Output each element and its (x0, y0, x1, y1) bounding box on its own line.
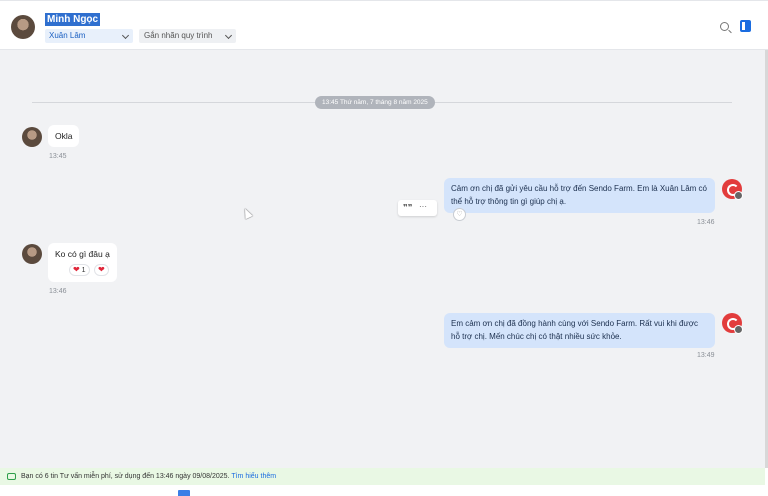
message-text: Ko có gì đâu ạ (55, 249, 110, 259)
panel-toggle-icon[interactable] (740, 20, 751, 32)
process-tag-select[interactable]: Gắn nhãn quy trình (139, 29, 236, 43)
message-text: Cảm ơn chị đã gửi yêu cầu hỗ trợ đến Sen… (451, 184, 707, 206)
message-time: 13:49 (697, 352, 715, 359)
mouse-cursor (241, 206, 253, 220)
notice-text: Bạn có 6 tin Tư vấn miễn phí, sử dụng đế… (21, 473, 230, 480)
message-list[interactable]: 13:45 Thứ năm, 7 tháng 8 năm 2025 Okla 1… (0, 50, 765, 468)
reaction-count: 1 (81, 267, 86, 274)
outgoing-message[interactable]: Em cảm ơn chị đã đồng hành cùng với Send… (444, 313, 715, 348)
assignee-label: Xuân Lâm (49, 31, 86, 40)
outgoing-message[interactable]: Cảm ơn chị đã gửi yêu cầu hỗ trợ đến Sen… (444, 178, 715, 213)
search-icon[interactable] (720, 22, 729, 31)
learn-more-link[interactable]: Tìm hiểu thêm (231, 473, 276, 480)
contact-name[interactable]: Minh Ngọc (45, 13, 101, 26)
free-consult-notice: Bạn có 6 tin Tư vấn miễn phí, sử dụng đế… (0, 468, 765, 485)
chevron-down-icon (224, 31, 233, 40)
message-text: Em cảm ơn chị đã đồng hành cùng với Send… (451, 319, 698, 341)
heart-icon: ❤ (73, 265, 80, 274)
chat-bubble-icon (7, 473, 16, 480)
agent-avatar (722, 313, 743, 334)
date-divider: 13:45 Thứ năm, 7 tháng 8 năm 2025 (315, 96, 435, 109)
incoming-message[interactable]: Ko có gì đâu ạ (48, 243, 117, 282)
message-time: 13:45 (49, 153, 67, 160)
quote-icon[interactable]: ❞❞ (403, 200, 412, 216)
reaction-badge[interactable]: ❤ 1 (69, 264, 90, 276)
message-time: 13:46 (697, 219, 715, 226)
contact-avatar[interactable] (11, 15, 35, 39)
message-time: 13:46 (49, 288, 67, 295)
message-text: Okla (55, 131, 73, 141)
contact-avatar[interactable] (22, 127, 42, 147)
assignee-select[interactable]: Xuân Lâm (45, 29, 133, 43)
chevron-down-icon (121, 31, 130, 40)
more-icon[interactable]: ··· (419, 199, 427, 215)
add-reaction-button[interactable]: ❤ (94, 264, 109, 276)
heart-icon: ❤ (98, 265, 105, 274)
process-tag-label: Gắn nhãn quy trình (144, 31, 213, 40)
contact-avatar[interactable] (22, 244, 42, 264)
chat-header: Minh Ngọc Xuân Lâm Gắn nhãn quy trình (0, 0, 768, 50)
message-actions: ❞❞ ··· (398, 200, 437, 216)
agent-avatar (722, 179, 743, 200)
incoming-message[interactable]: Okla (48, 125, 80, 147)
react-heart-icon[interactable]: ♡ (453, 208, 466, 221)
composer-icon[interactable] (178, 490, 190, 496)
